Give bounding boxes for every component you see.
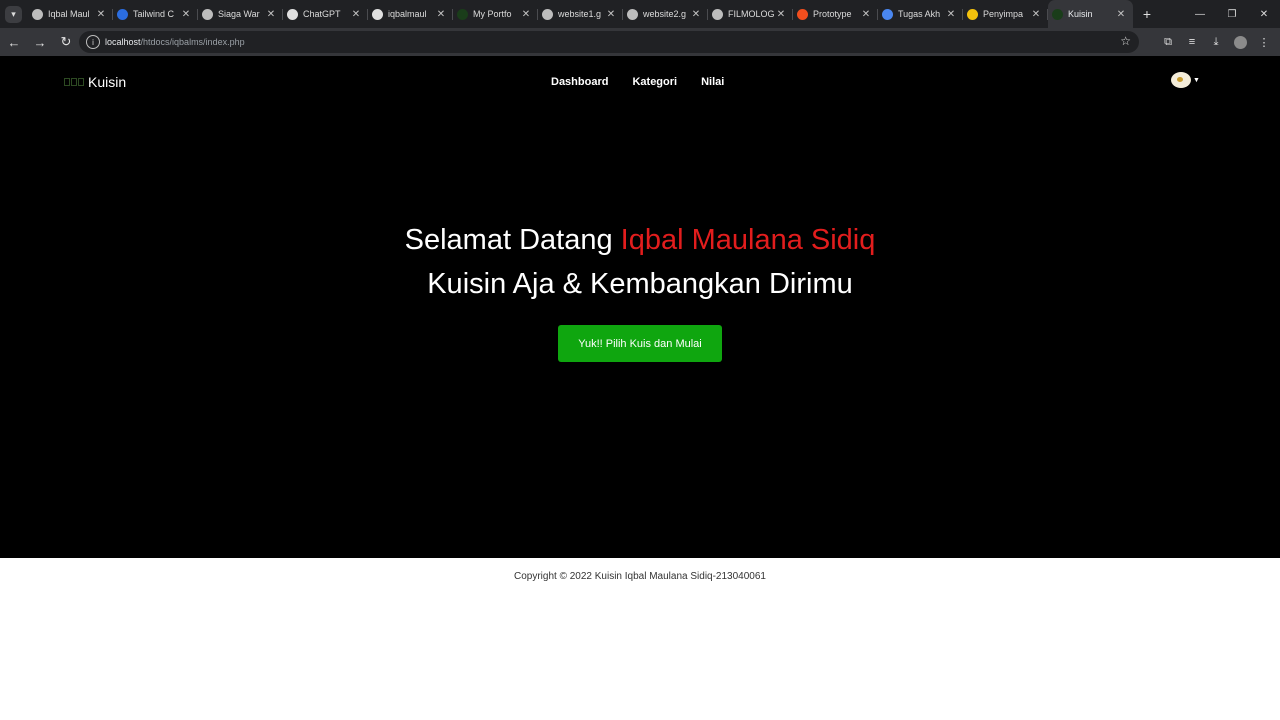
welcome-line: Selamat Datang Iqbal Maulana Sidiq <box>0 218 1280 262</box>
tagline: Kuisin Aja & Kembangkan Dirimu <box>427 268 853 300</box>
browser-tab[interactable]: Prototype ✕ <box>793 0 878 28</box>
reload-button[interactable]: ↻ <box>54 30 78 54</box>
tab-title: ChatGPT <box>303 9 341 19</box>
footer: Copyright © 2022 Kuisin Iqbal Maulana Si… <box>0 558 1280 720</box>
minimize-button[interactable]: — <box>1184 0 1216 28</box>
tab-close-icon[interactable]: ✕ <box>604 9 618 20</box>
browser-tab[interactable]: My Portfo ✕ <box>453 0 538 28</box>
tab-close-icon[interactable]: ✕ <box>689 9 703 20</box>
tab-favicon-icon <box>542 8 553 20</box>
address-bar[interactable]: i localhost/htdocs/iqbalms/index.php ☆ <box>79 31 1139 53</box>
brand-name: Kuisin <box>88 74 127 90</box>
toolbar-icons: ⧉ ≡ ⤓ ⋮ <box>1156 30 1276 54</box>
browser-tab[interactable]: Tailwind C ✕ <box>113 0 198 28</box>
browser-tab[interactable]: Kuisin ✕ <box>1048 0 1133 28</box>
restore-button[interactable]: ❐ <box>1216 0 1248 28</box>
extensions-icon[interactable]: ⧉ <box>1156 30 1180 54</box>
site-info-icon[interactable]: i <box>86 35 100 49</box>
tab-title: Siaga War <box>218 9 260 19</box>
tab-search-button[interactable]: ▾ <box>5 5 22 23</box>
url-text: localhost/htdocs/iqbalms/index.php <box>105 37 245 47</box>
brand-logo-icon <box>64 77 84 87</box>
tab-close-icon[interactable]: ✕ <box>519 9 533 20</box>
tab-favicon-icon <box>287 8 298 20</box>
tab-title: website2.g <box>643 9 687 19</box>
back-button[interactable]: ← <box>2 30 26 54</box>
tab-close-icon[interactable]: ✕ <box>859 9 873 20</box>
tab-close-icon[interactable]: ✕ <box>264 9 278 20</box>
tab-close-icon[interactable]: ✕ <box>1114 9 1128 20</box>
new-tab-button[interactable]: + <box>1133 0 1161 28</box>
tab-close-icon[interactable]: ✕ <box>944 9 958 20</box>
hero-headline: Selamat Datang Iqbal Maulana Sidiq Kuisi… <box>0 218 1280 306</box>
user-name: Iqbal Maulana Sidiq <box>620 224 876 256</box>
tab-close-icon[interactable]: ✕ <box>179 9 193 20</box>
close-window-button[interactable]: ✕ <box>1248 0 1280 28</box>
download-icon[interactable]: ⤓ <box>1204 30 1228 54</box>
tab-favicon-icon <box>797 8 808 20</box>
tab-favicon-icon <box>32 8 43 20</box>
tab-title: Penyimpa <box>983 9 1024 19</box>
hero-section: Kuisin Dashboard Kategori Nilai ▼ Selama… <box>0 56 1280 558</box>
tab-title: Tugas Akh <box>898 9 941 19</box>
tab-favicon-icon <box>882 8 893 20</box>
bookmark-star-icon[interactable]: ☆ <box>1120 34 1131 48</box>
welcome-text: Selamat Datang <box>404 224 621 256</box>
tab-favicon-icon <box>202 8 213 20</box>
browser-tab[interactable]: Penyimpa ✕ <box>963 0 1048 28</box>
nav-kategori[interactable]: Kategori <box>620 76 689 88</box>
browser-tab[interactable]: website1.g ✕ <box>538 0 623 28</box>
tab-title: iqbalmaul <box>388 9 427 19</box>
tab-title: website1.g <box>558 9 602 19</box>
tab-close-icon[interactable]: ✕ <box>1029 9 1043 20</box>
brand[interactable]: Kuisin <box>64 74 126 90</box>
tab-favicon-icon <box>967 8 978 20</box>
tab-favicon-icon <box>627 8 638 20</box>
profile-avatar[interactable] <box>1228 30 1252 54</box>
main-nav: Dashboard Kategori Nilai <box>539 76 736 88</box>
nav-nilai[interactable]: Nilai <box>689 76 736 88</box>
browser-tab[interactable]: FILMOLOG ✕ <box>708 0 793 28</box>
url-host: localhost <box>105 37 141 47</box>
tab-title: My Portfo <box>473 9 512 19</box>
tab-favicon-icon <box>117 8 128 20</box>
browser-toolbar: ← → ↻ i localhost/htdocs/iqbalms/index.p… <box>0 28 1280 56</box>
browser-tab[interactable]: ChatGPT ✕ <box>283 0 368 28</box>
browser-tab[interactable]: website2.g ✕ <box>623 0 708 28</box>
tab-title: Tailwind C <box>133 9 175 19</box>
window-controls: — ❐ ✕ <box>1184 0 1280 28</box>
browser-tab[interactable]: Iqbal Maul ✕ <box>28 0 113 28</box>
tab-favicon-icon <box>1052 8 1063 20</box>
copyright-text: Copyright © 2022 Kuisin Iqbal Maulana Si… <box>514 571 766 582</box>
tab-close-icon[interactable]: ✕ <box>774 9 788 20</box>
tab-title: FILMOLOG <box>728 9 774 19</box>
user-menu[interactable]: ▼ <box>1171 72 1200 88</box>
tab-close-icon[interactable]: ✕ <box>94 9 108 20</box>
profile-icon <box>1233 35 1247 49</box>
browser-tab[interactable]: iqbalmaul ✕ <box>368 0 453 28</box>
tab-favicon-icon <box>372 8 383 20</box>
tab-list: Iqbal Maul ✕ Tailwind C ✕ Siaga War ✕ ChatGPT ✕… <box>28 0 1133 28</box>
tab-title: Prototype <box>813 9 852 19</box>
tab-strip: ▾ Iqbal Maul ✕ Tailwind C ✕ Siaga War ✕ ChatGP… <box>0 0 1280 28</box>
tab-close-icon[interactable]: ✕ <box>434 9 448 20</box>
url-path: /htdocs/iqbalms/index.php <box>140 37 245 47</box>
user-avatar <box>1171 72 1191 88</box>
media-control-icon[interactable]: ≡ <box>1180 30 1204 54</box>
start-quiz-button[interactable]: Yuk!! Pilih Kuis dan Mulai <box>558 325 722 362</box>
browser-tab[interactable]: Siaga War ✕ <box>198 0 283 28</box>
forward-button[interactable]: → <box>28 30 52 54</box>
tab-favicon-icon <box>457 8 468 20</box>
nav-dashboard[interactable]: Dashboard <box>539 76 620 88</box>
tab-close-icon[interactable]: ✕ <box>349 9 363 20</box>
browser-menu-icon[interactable]: ⋮ <box>1252 30 1276 54</box>
chevron-down-icon: ▼ <box>1193 76 1200 84</box>
tab-favicon-icon <box>712 8 723 20</box>
tab-title: Kuisin <box>1068 9 1093 19</box>
tab-title: Iqbal Maul <box>48 9 90 19</box>
browser-tab[interactable]: Tugas Akh ✕ <box>878 0 963 28</box>
